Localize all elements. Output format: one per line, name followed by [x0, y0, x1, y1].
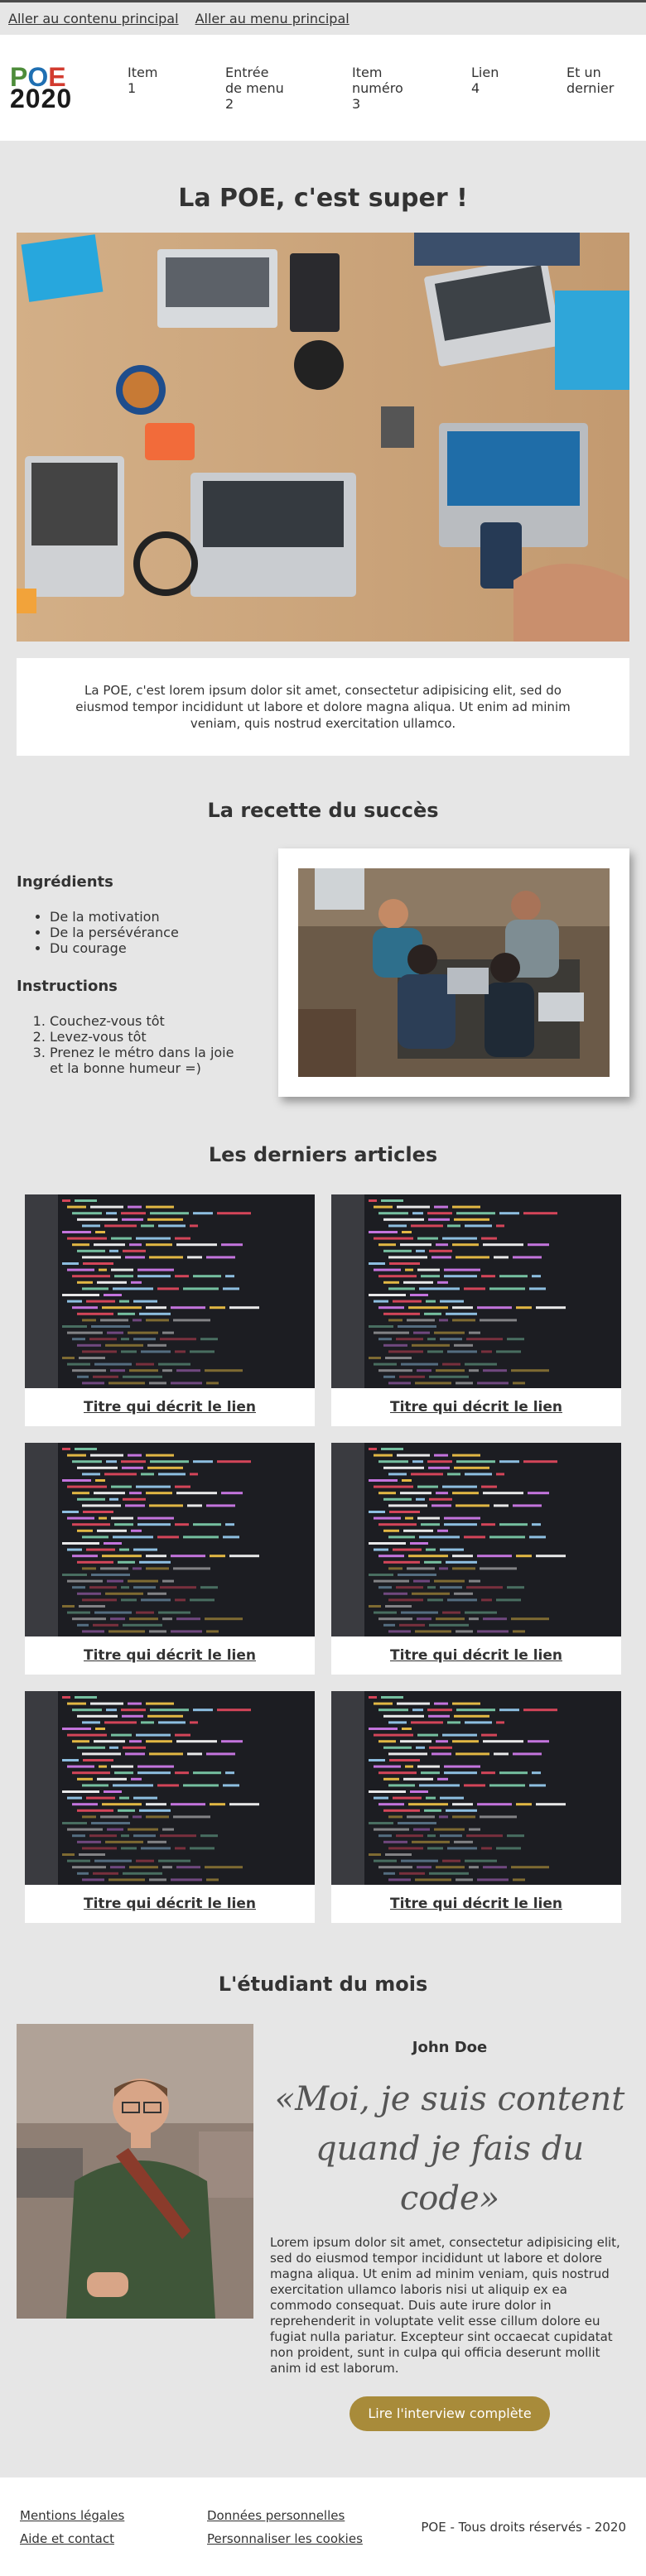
read-interview-button[interactable]: Lire l'interview complète: [350, 2396, 550, 2431]
article-card: Titre qui décrit le lien: [25, 1443, 315, 1675]
article-card: Titre qui décrit le lien: [331, 1194, 621, 1426]
student-photo: [17, 2024, 254, 2319]
student-paragraph: Lorem ipsum dolor sit amet, consectetur …: [270, 2235, 620, 2376]
article-thumbnail: [331, 1443, 621, 1636]
recipe-text: Ingrédients De la motivation De la persé…: [17, 848, 248, 1097]
list-item: De la persévérance: [50, 925, 248, 940]
article-card: Titre qui décrit le lien: [25, 1194, 315, 1426]
instructions-heading: Instructions: [17, 978, 118, 995]
nav-item-3[interactable]: Item numéro 3: [352, 65, 471, 112]
article-link[interactable]: Titre qui décrit le lien: [25, 1636, 315, 1675]
logo-year: 2020: [10, 84, 73, 113]
student-name: John Doe: [412, 2039, 488, 2056]
intro-paragraph: La POE, c'est lorem ipsum dolor sit amet…: [75, 683, 571, 731]
nav-item-5[interactable]: Et un dernier: [566, 65, 633, 112]
articles-title: Les derniers articles: [208, 1143, 438, 1166]
recipe-title: La recette du succès: [207, 799, 439, 822]
student-title: L'étudiant du mois: [218, 1973, 428, 1996]
footer-links-left: Mentions légales Aide et contact: [20, 2508, 207, 2546]
recipe-section: Ingrédients De la motivation De la persé…: [17, 848, 629, 1097]
list-item: Du courage: [50, 940, 248, 956]
article-card: Titre qui décrit le lien: [331, 1443, 621, 1675]
skip-links-bar: Aller au contenu principal Aller au menu…: [0, 0, 646, 35]
main-content: La POE, c'est super ! La POE, c'est lore…: [0, 184, 646, 2431]
article-link[interactable]: Titre qui décrit le lien: [331, 1885, 621, 1923]
ingredients-heading: Ingrédients: [17, 873, 113, 891]
articles-grid: Titre qui décrit le lien Titre qui décri…: [25, 1194, 621, 1923]
page-title: La POE, c'est super !: [178, 184, 468, 213]
student-text: John Doe «Moi, je suis content quand je …: [270, 2024, 629, 2431]
article-link[interactable]: Titre qui décrit le lien: [331, 1636, 621, 1675]
skip-to-content-link[interactable]: Aller au contenu principal: [8, 11, 179, 26]
article-thumbnail: [25, 1691, 315, 1885]
team-photo-frame: [278, 848, 629, 1097]
article-thumbnail: [25, 1443, 315, 1636]
team-photo: [298, 868, 610, 1077]
nav-item-4[interactable]: Lien 4: [471, 65, 566, 112]
article-link[interactable]: Titre qui décrit le lien: [25, 1885, 315, 1923]
nav-item-2[interactable]: Entrée de menu 2: [225, 65, 352, 112]
legal-notice-link[interactable]: Mentions légales: [20, 2508, 207, 2523]
article-thumbnail: [331, 1194, 621, 1388]
copyright: POE - Tous droits réservés - 2020: [421, 2519, 626, 2535]
ingredients-list: De la motivation De la persévérance Du c…: [50, 909, 248, 956]
personal-data-link[interactable]: Données personnelles: [207, 2508, 363, 2523]
list-item: De la motivation: [50, 909, 248, 925]
nav-item-1[interactable]: Item 1: [128, 65, 225, 112]
article-link[interactable]: Titre qui décrit le lien: [25, 1388, 315, 1426]
article-link[interactable]: Titre qui décrit le lien: [331, 1388, 621, 1426]
cookies-settings-link[interactable]: Personnaliser les cookies: [207, 2531, 363, 2546]
intro-text: La POE, c'est lorem ipsum dolor sit amet…: [17, 658, 629, 756]
hero-image: [17, 233, 629, 642]
article-thumbnail: [25, 1194, 315, 1388]
list-item: Prenez le métro dans la joie et la bonne…: [50, 1045, 248, 1076]
article-thumbnail: [331, 1691, 621, 1885]
article-card: Titre qui décrit le lien: [25, 1691, 315, 1923]
site-header: POE 2020 Item 1 Entrée de menu 2 Item numéro…: [0, 35, 646, 141]
main-menu: Item 1 Entrée de menu 2 Item numéro 3 Lien 4 E…: [128, 65, 633, 112]
article-card: Titre qui décrit le lien: [331, 1691, 621, 1923]
instructions-list: Couchez-vous tôt Levez-vous tôt Prenez l…: [50, 1013, 248, 1076]
student-section: John Doe «Moi, je suis content quand je …: [17, 2024, 629, 2431]
list-item: Levez-vous tôt: [50, 1029, 248, 1045]
help-contact-link[interactable]: Aide et contact: [20, 2531, 207, 2546]
list-item: Couchez-vous tôt: [50, 1013, 248, 1029]
site-footer: Mentions légales Aide et contact Données…: [0, 2477, 646, 2576]
poe-logo[interactable]: POE 2020: [10, 64, 84, 113]
skip-to-menu-link[interactable]: Aller au menu principal: [195, 11, 350, 26]
student-quote: «Moi, je suis content quand je fais du c…: [274, 2080, 625, 2218]
footer-links-middle: Données personnelles Personnaliser les c…: [207, 2508, 363, 2546]
